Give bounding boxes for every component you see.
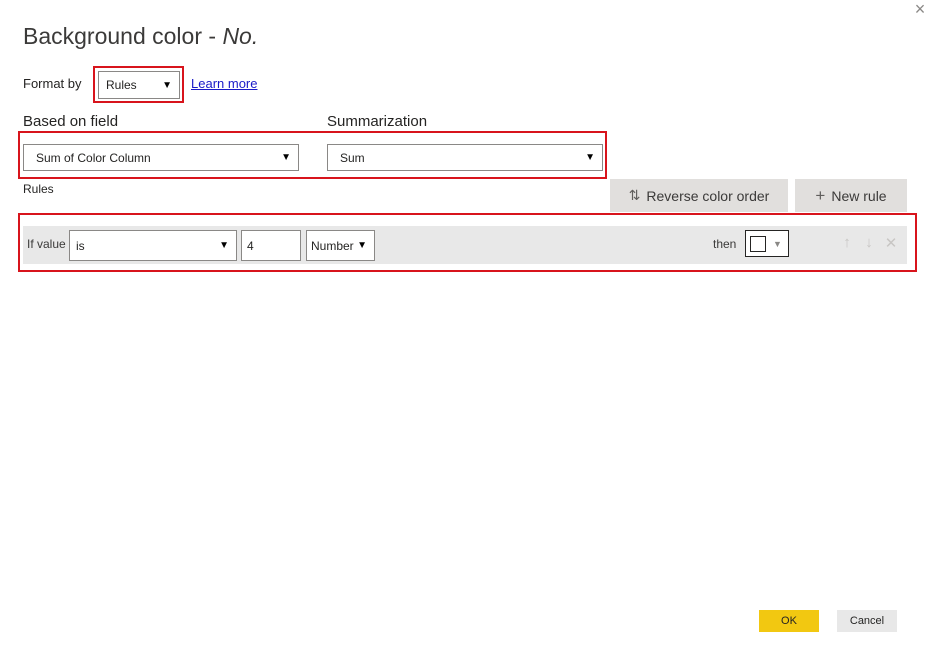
learn-more-link[interactable]: Learn more: [191, 76, 257, 91]
rule-operator-dropdown[interactable]: is ▼: [69, 230, 237, 261]
rules-label: Rules: [23, 182, 54, 196]
rule-value-input[interactable]: 4: [241, 230, 301, 261]
based-on-field-dropdown[interactable]: Sum of Color Column ▼: [23, 144, 299, 171]
rule-if-value-label: If value: [27, 237, 66, 251]
rule-color-picker[interactable]: ▼: [745, 230, 789, 257]
title-field-name: No.: [222, 23, 259, 49]
reverse-color-order-button[interactable]: ⇅ Reverse color order: [610, 179, 788, 212]
dropdown-arrow-icon: ▼: [219, 240, 229, 251]
dropdown-arrow-icon: ▼: [357, 240, 367, 251]
rule-then-label: then: [713, 237, 737, 251]
color-swatch: [750, 235, 766, 252]
summarization-label: Summarization: [327, 113, 428, 130]
title-prefix: Background color -: [23, 23, 223, 49]
rule-value-type-value: Number: [311, 238, 354, 253]
format-by-label: Format by: [23, 76, 82, 91]
dropdown-arrow-icon: ▼: [281, 152, 291, 163]
ok-button[interactable]: OK: [759, 610, 819, 632]
plus-icon: +: [815, 185, 826, 205]
new-rule-button[interactable]: + New rule: [795, 179, 907, 212]
move-down-icon[interactable]: ↓: [860, 234, 878, 251]
cancel-button[interactable]: Cancel: [837, 610, 897, 632]
new-rule-label: New rule: [831, 187, 887, 204]
based-on-field-value: Sum of Color Column: [36, 150, 151, 165]
dropdown-arrow-icon: ▼: [585, 152, 595, 163]
dropdown-arrow-icon: ▼: [162, 79, 172, 91]
move-up-icon[interactable]: ↑: [838, 234, 856, 251]
rule-value-text: 4: [247, 238, 254, 253]
close-icon[interactable]: ×: [909, 0, 931, 18]
rule-value-type-dropdown[interactable]: Number ▼: [306, 230, 375, 261]
chevron-down-icon: ▼: [773, 238, 782, 249]
based-on-field-label: Based on field: [23, 113, 119, 130]
sort-arrows-icon: ⇅: [628, 187, 641, 203]
dialog-title: Background color - No.: [23, 23, 258, 50]
reverse-color-order-label: Reverse color order: [646, 187, 770, 204]
format-by-value: Rules: [106, 78, 137, 92]
summarization-dropdown[interactable]: Sum ▼: [327, 144, 603, 171]
delete-rule-icon[interactable]: ✕: [882, 234, 900, 252]
summarization-value: Sum: [340, 150, 365, 165]
rule-operator-value: is: [76, 238, 85, 253]
format-by-dropdown[interactable]: Rules ▼: [98, 71, 180, 99]
